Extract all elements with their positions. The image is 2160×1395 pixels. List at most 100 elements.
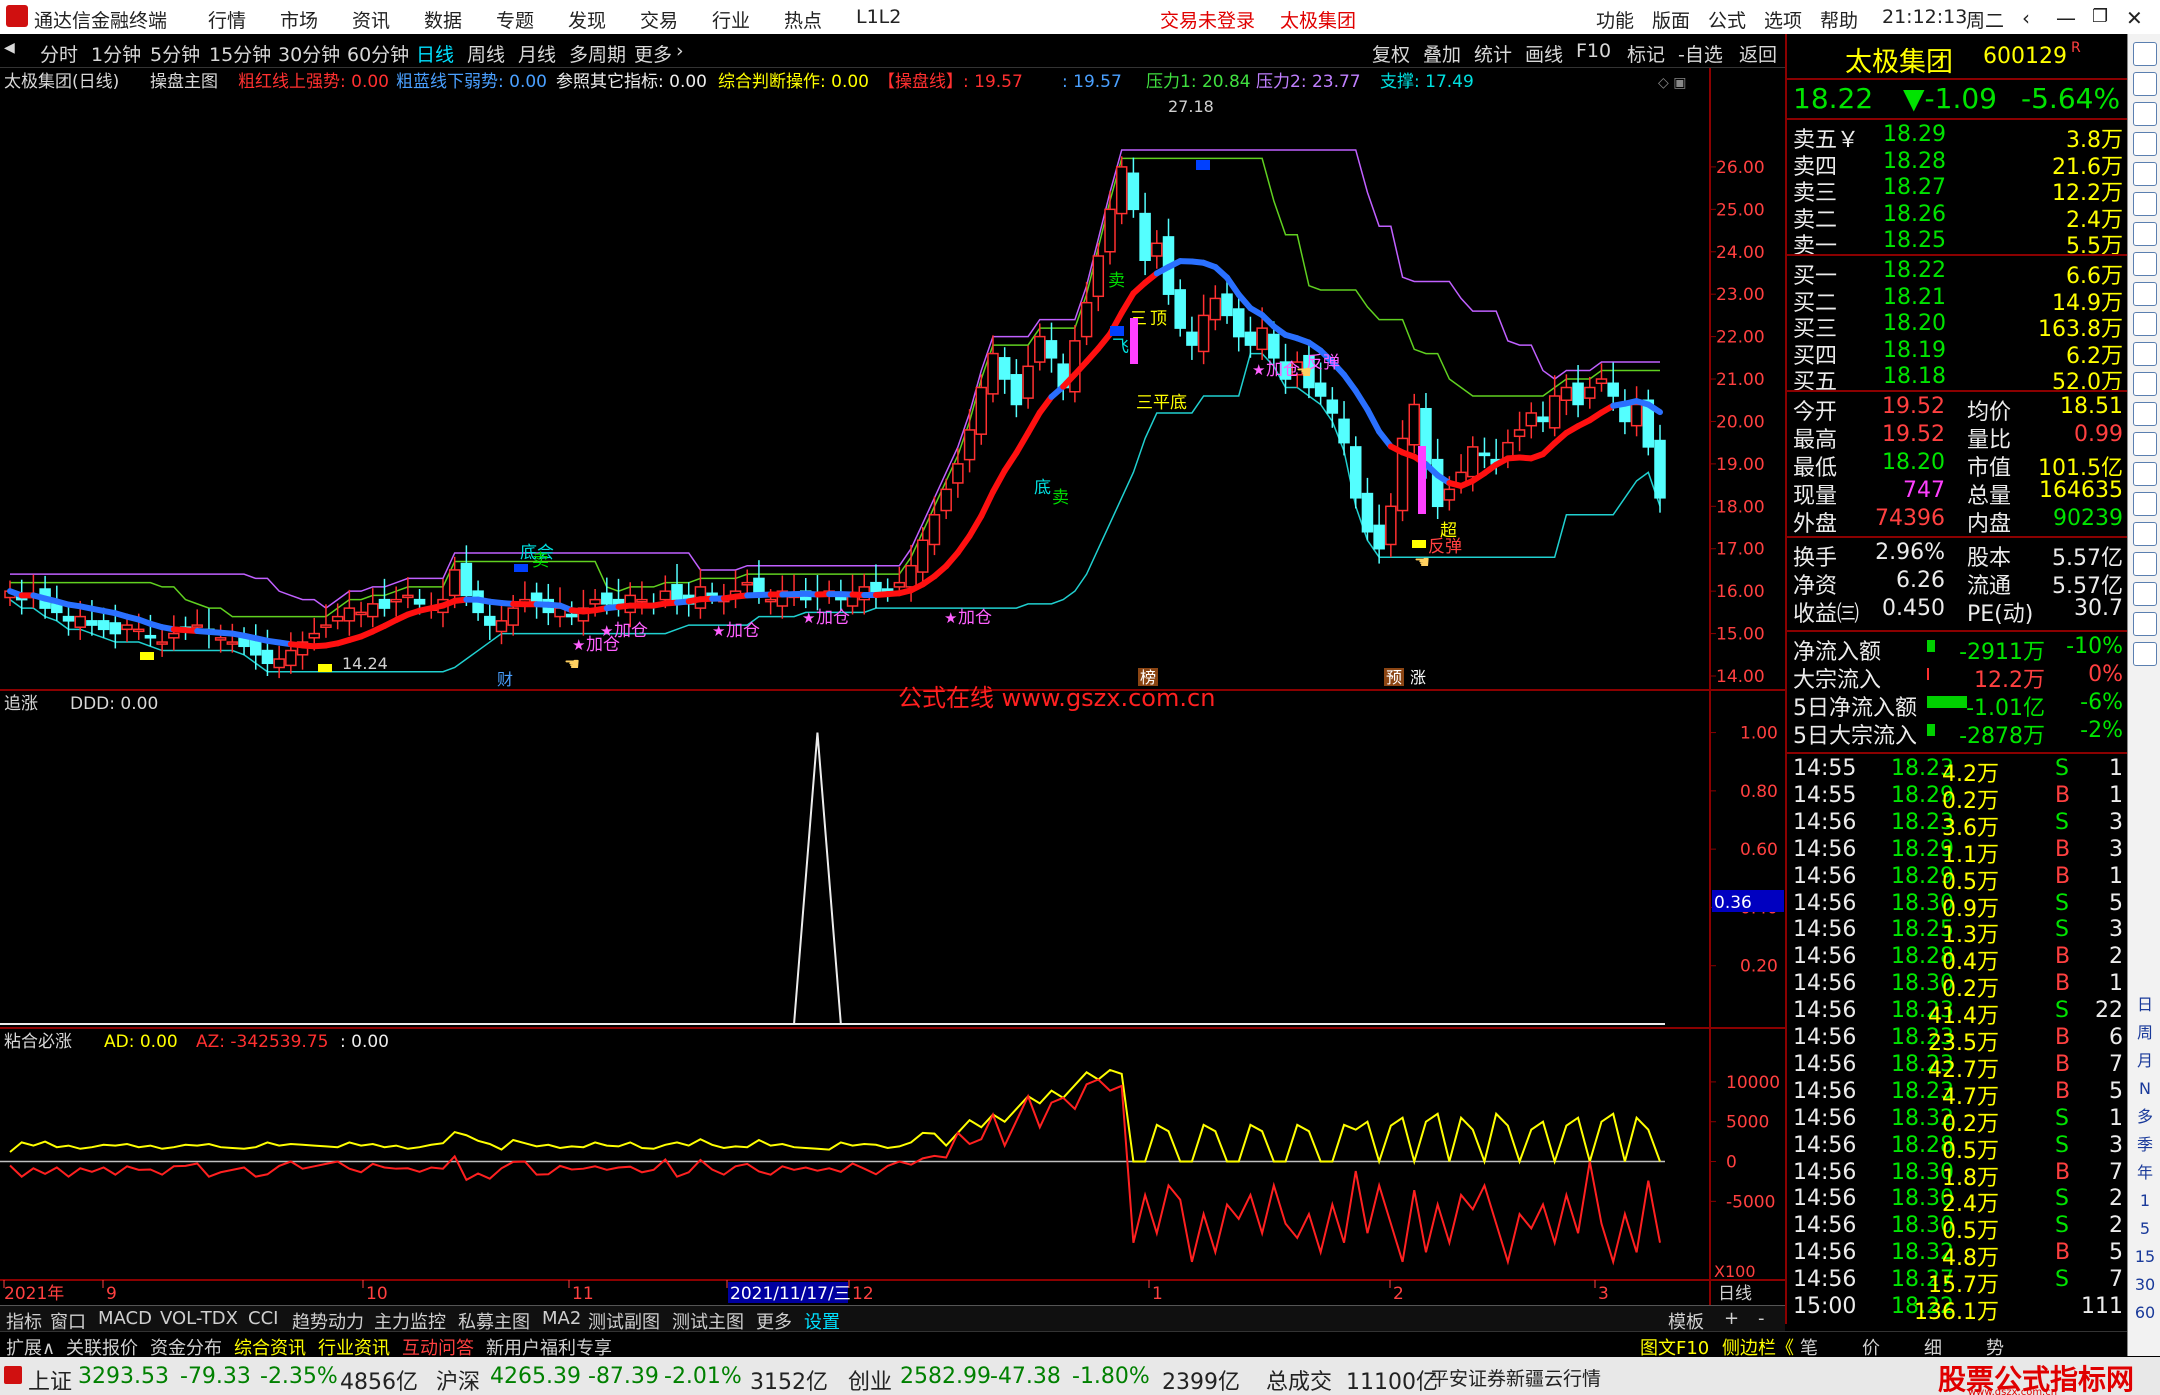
tf-5min[interactable]: 5分钟 — [150, 40, 200, 67]
sidebar-tool-icon[interactable] — [2133, 72, 2157, 96]
cy-value: 2582.99 — [900, 1364, 991, 1389]
period-shortcut[interactable]: 月 — [2133, 1050, 2157, 1074]
tick-row: 14:56 18.32 4.8万 B 5 — [1791, 1240, 2125, 1271]
tool-zixuan[interactable]: -自选 — [1678, 40, 1723, 67]
tab-vol[interactable]: VOL-TDX — [160, 1308, 238, 1329]
tab-ma2[interactable]: MA2 — [542, 1308, 581, 1329]
period-shortcut[interactable]: 年 — [2133, 1162, 2157, 1186]
sidebar-tool-icon[interactable] — [2133, 192, 2157, 216]
menu-faxian[interactable]: 发现 — [568, 6, 606, 33]
tick-count: 111 — [2081, 1294, 2123, 1319]
trade-status[interactable]: 交易未登录 — [1160, 6, 1255, 33]
menu-xuanxiang[interactable]: 选项 — [1764, 6, 1802, 33]
tf-60min[interactable]: 60分钟 — [347, 40, 409, 67]
tf-1min[interactable]: 1分钟 — [91, 40, 141, 67]
menu-shuju[interactable]: 数据 — [424, 6, 462, 33]
sidebar-tool-icon[interactable] — [2133, 312, 2157, 336]
sidebar-tool-icon[interactable] — [2133, 102, 2157, 126]
candle-body — [285, 649, 297, 667]
restore-icon[interactable]: ❐ — [2092, 6, 2108, 27]
sidebar-tool-icon[interactable] — [2133, 432, 2157, 456]
kline-chart[interactable]: 太极集团(日线) 操盘主图 粗红线上强势: 0.00 粗蓝线下弱势: 0.00 … — [0, 68, 1785, 1305]
tab-macd[interactable]: MACD — [98, 1308, 152, 1329]
hand-icon: ☚ — [1296, 362, 1312, 383]
sidebar-tool-icon[interactable] — [2133, 462, 2157, 486]
sidebar-tool-icon[interactable] — [2133, 342, 2157, 366]
sidebar-tool-icon[interactable] — [2133, 132, 2157, 156]
tf-multi[interactable]: 多周期 — [569, 40, 626, 67]
candle-body — [1443, 488, 1456, 501]
period-shortcut[interactable]: 周 — [2133, 1022, 2157, 1046]
sidebar-tool-icon[interactable] — [2133, 402, 2157, 426]
sidebar-tool-icon[interactable] — [2133, 642, 2157, 666]
menu-hangye[interactable]: 行业 — [712, 6, 750, 33]
sidebar-tool-icon[interactable] — [2133, 222, 2157, 246]
tab-minus[interactable]: - — [1758, 1308, 1765, 1329]
tf-weekly[interactable]: 周线 — [467, 40, 505, 67]
menu-bangzhu[interactable]: 帮助 — [1820, 6, 1858, 33]
tab-cci[interactable]: CCI — [248, 1308, 278, 1329]
panel-diamond-icon[interactable]: ◇ ▣ — [1658, 75, 1686, 91]
panel3-ad: AD: 0.00 — [104, 1032, 178, 1052]
period-label: 日线 — [1718, 1284, 1752, 1304]
tool-fanhui[interactable]: 返回 — [1739, 40, 1777, 67]
menu-jiaoyi[interactable]: 交易 — [640, 6, 678, 33]
tool-f10[interactable]: F10 — [1576, 40, 1611, 62]
period-shortcut[interactable]: 60 — [2133, 1302, 2157, 1326]
period-shortcut[interactable]: 1 — [2133, 1190, 2157, 1214]
index-sz[interactable]: 沪深 — [436, 1364, 480, 1395]
candle-body — [331, 615, 344, 622]
sidebar-tool-icon[interactable] — [2133, 612, 2157, 636]
period-shortcut[interactable]: 15 — [2133, 1246, 2157, 1270]
period-shortcut[interactable]: 多 — [2133, 1106, 2157, 1130]
period-shortcut[interactable]: 30 — [2133, 1274, 2157, 1298]
menu-gongshi[interactable]: 公式 — [1708, 6, 1746, 33]
sidebar-tool-icon[interactable] — [2133, 552, 2157, 576]
menu-zixun[interactable]: 资讯 — [352, 6, 390, 33]
period-shortcut[interactable]: 5 — [2133, 1218, 2157, 1242]
tab-plus[interactable]: + — [1724, 1308, 1739, 1329]
menu-zhuanti[interactable]: 专题 — [496, 6, 534, 33]
menu-shichang[interactable]: 市场 — [280, 6, 318, 33]
tf-more[interactable]: 更多 — [634, 40, 672, 67]
minimize-icon[interactable]: — — [2056, 6, 2076, 30]
stock-menu[interactable]: 太极集团 — [1280, 6, 1356, 33]
candle-body — [1385, 505, 1397, 546]
period-shortcut[interactable]: 日 — [2133, 994, 2157, 1018]
tick-row: 14:56 18.23 3.6万 S 3 — [1791, 810, 2125, 841]
sidebar-tool-icon[interactable] — [2133, 372, 2157, 396]
index-sh[interactable]: 上证 — [28, 1364, 72, 1395]
menu-gongneng[interactable]: 功能 — [1596, 6, 1634, 33]
tool-biaoji[interactable]: 标记 — [1627, 40, 1665, 67]
tf-fenshi[interactable]: 分时 — [40, 40, 78, 67]
sidebar-tool-icon[interactable] — [2133, 492, 2157, 516]
tool-tongji[interactable]: 统计 — [1474, 40, 1512, 67]
sidebar-tool-icon[interactable] — [2133, 582, 2157, 606]
tool-huaxian[interactable]: 画线 — [1525, 40, 1563, 67]
flow-label: 5日大宗流入 — [1793, 724, 1917, 749]
index-cy[interactable]: 创业 — [848, 1364, 892, 1395]
tf-30min[interactable]: 30分钟 — [278, 40, 340, 67]
sidebar-tool-icon[interactable] — [2133, 282, 2157, 306]
menu-banmian[interactable]: 版面 — [1652, 6, 1690, 33]
close-icon[interactable]: ✕ — [2126, 6, 2143, 30]
back-icon[interactable]: ‹ — [2022, 6, 2030, 30]
menu-hangqing[interactable]: 行情 — [208, 6, 246, 33]
period-shortcut[interactable]: 季 — [2133, 1134, 2157, 1158]
sidebar-tool-icon[interactable] — [2133, 252, 2157, 276]
tf-daily[interactable]: 日线 — [416, 40, 454, 67]
tool-fuquan[interactable]: 复权 — [1372, 40, 1410, 67]
bid-price: 18.20 — [1883, 311, 1946, 336]
sidebar-tool-icon[interactable] — [2133, 522, 2157, 546]
candle-body — [1045, 340, 1058, 359]
menu-l1l2[interactable]: L1L2 — [856, 6, 901, 28]
tf-arrow-icon[interactable]: ◀ — [4, 40, 15, 56]
tf-15min[interactable]: 15分钟 — [209, 40, 271, 67]
period-shortcut[interactable]: N — [2133, 1078, 2157, 1102]
sidebar-tool-icon[interactable] — [2133, 42, 2157, 66]
tf-monthly[interactable]: 月线 — [518, 40, 556, 67]
indicator-name[interactable]: 操盘主图 — [150, 72, 218, 92]
sidebar-tool-icon[interactable] — [2133, 162, 2157, 186]
tool-diejia[interactable]: 叠加 — [1423, 40, 1461, 67]
menu-redian[interactable]: 热点 — [784, 6, 822, 33]
